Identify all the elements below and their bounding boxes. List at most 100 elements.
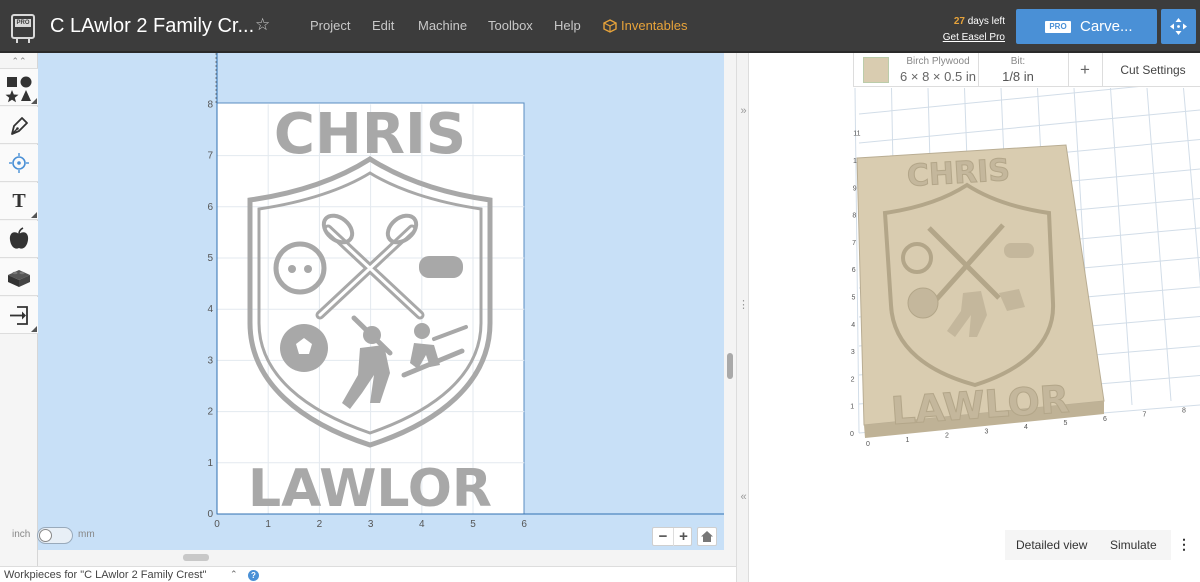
import-submenu-corner [31,326,37,332]
logo-easel-legs [16,37,30,43]
apps-tool-button[interactable] [0,221,38,258]
preview-x-tick-label: 6 [1103,416,1107,423]
preview-y-tick-label: 11 [853,131,860,138]
canvas-y-tick-label: 6 [207,202,213,213]
simulate-button[interactable]: Simulate [1110,538,1157,552]
shapes-submenu-corner [31,98,37,104]
trial-days-count: 27 [953,16,965,27]
inventables-cube-icon [603,19,617,33]
canvas-y-tick-label: 1 [207,458,213,469]
carve-label: Carve... [1080,18,1133,35]
expand-preview-icon[interactable]: » [738,105,749,117]
canvas-horizontal-scrollbar[interactable] [38,550,736,566]
preview-3d-svg[interactable]: 01234567891011012345678 CHRIS LAWLOR [749,53,1200,582]
preview-y-tick-label: 3 [851,349,855,356]
canvas-y-tick-label: 7 [207,151,213,162]
get-easel-pro-link[interactable]: Get Easel Pro [935,30,1005,46]
workpieces-help-icon[interactable]: ? [248,570,259,581]
pen-tool-button[interactable] [0,107,38,144]
canvas-x-tick-label: 6 [521,519,527,530]
add-bit-button[interactable]: + [1074,60,1096,80]
collapse-toolbar-icon[interactable]: ⌃⌃ [0,53,38,69]
more-options-icon[interactable]: ⋮ [1176,536,1192,553]
design-canvas[interactable]: 0123456012345678 CHRIS LAWLOR [38,53,724,550]
preview-y-tick-label: 2 [851,376,855,383]
preview-view-bar: Detailed view Simulate [1005,530,1171,560]
preview-y-tick-label: 4 [851,322,855,329]
material-bit-separator [978,53,979,87]
preview-y-tick-label: 1 [850,404,854,411]
text-tool-button[interactable]: T [0,183,38,220]
detailed-view-button[interactable]: Detailed view [1016,538,1087,552]
inventables-label: Inventables [621,18,688,33]
menu-edit[interactable]: Edit [372,18,394,33]
preview-y-tick-label: 0 [850,431,854,438]
unit-switch[interactable] [37,527,73,544]
jog-machine-button[interactable] [1161,9,1196,44]
canvas-y-tick-label: 2 [207,407,213,418]
material-dimensions[interactable]: 6 × 8 × 0.5 in [895,69,981,84]
unit-toggle: inch mm [12,527,95,544]
design-canvas-svg: 0 1 2 3 4 5 6012345678 CHRIS LAWLOR [207,53,724,530]
canvas-horizontal-scroll-thumb[interactable] [183,554,209,561]
panel-divider[interactable]: » ⋮ « [736,53,749,582]
workpieces-title[interactable]: Workpieces for "C LAwlor 2 Family Crest" [4,569,206,581]
material-name[interactable]: Birch Plywood [895,56,981,67]
project-title[interactable]: C LAwlor 2 Family Cr... [50,15,254,38]
preview-x-tick-label: 0 [866,441,870,448]
parts-tool-button[interactable] [0,259,38,296]
design-text-lawlor[interactable]: LAWLOR [248,459,492,519]
bit-selector[interactable]: 1/8 in [988,69,1048,84]
target-tool-button[interactable] [0,145,38,182]
bit-add-separator [1068,53,1069,87]
material-bar: Birch Plywood 6 × 8 × 0.5 in Bit: 1/8 in… [853,53,1200,87]
import-tool-button[interactable] [0,297,38,334]
lego-icon [8,270,30,287]
apple-icon [9,227,29,249]
preview-y-tick-label: 6 [852,267,856,274]
add-settings-separator [1102,53,1103,87]
canvas-y-tick-label: 5 [207,253,213,264]
zoom-controls: − + [652,527,692,546]
carve-button[interactable]: PRO Carve... [1016,9,1157,44]
canvas-y-tick-label: 8 [207,99,213,110]
canvas-x-tick-label: 5 [470,519,476,530]
zoom-fit-button[interactable] [697,527,717,546]
zoom-out-button[interactable]: − [653,528,673,546]
canvas-x-tick-label: 1 [265,519,271,530]
material-swatch[interactable] [863,57,889,83]
preview-y-tick-label: 5 [852,295,856,302]
divider-handle-icon[interactable]: ⋮ [738,298,749,311]
text-icon: T [12,190,26,212]
unit-switch-knob [39,529,52,542]
trial-days-suffix: days left [964,16,1005,27]
logo-pro-badge: PRO [15,19,31,27]
workpieces-footer[interactable]: Workpieces for "C LAwlor 2 Family Crest"… [0,566,736,582]
easel-logo-icon[interactable]: PRO [11,14,35,43]
top-bar: PRO C LAwlor 2 Family Cr... ☆ Project Ed… [0,0,1200,53]
bit-label: Bit: [1010,56,1026,67]
menu-help[interactable]: Help [554,18,581,33]
expand-design-icon[interactable]: « [738,491,749,503]
canvas-x-tick-label: 0 [214,519,220,530]
preview-x-tick-label: 8 [1182,407,1186,414]
preview-grid-line [854,87,860,434]
canvas-y-tick-label: 4 [207,304,213,315]
inventables-link[interactable]: Inventables [603,18,688,33]
trial-notice: 27 days left Get Easel Pro [935,14,1005,46]
preview-x-tick-label: 3 [985,428,989,435]
preview-y-tick-label: 7 [852,240,856,247]
favorite-star-icon[interactable]: ☆ [255,15,270,35]
shapes-tool-button[interactable] [0,69,38,106]
canvas-vertical-scrollbar[interactable] [724,53,736,550]
menu-toolbox[interactable]: Toolbox [488,18,533,33]
menu-project[interactable]: Project [310,18,350,33]
preview-grid-line [1183,87,1200,287]
canvas-vertical-scroll-thumb[interactable] [727,353,733,379]
tool-sidebar: ⌃⌃ T [0,53,38,582]
cut-settings-button[interactable]: Cut Settings [1110,63,1196,77]
workpieces-expand-icon[interactable]: ⌃ [230,569,238,580]
menu-machine[interactable]: Machine [418,18,467,33]
pen-icon [11,117,28,135]
zoom-in-button[interactable]: + [673,528,693,546]
